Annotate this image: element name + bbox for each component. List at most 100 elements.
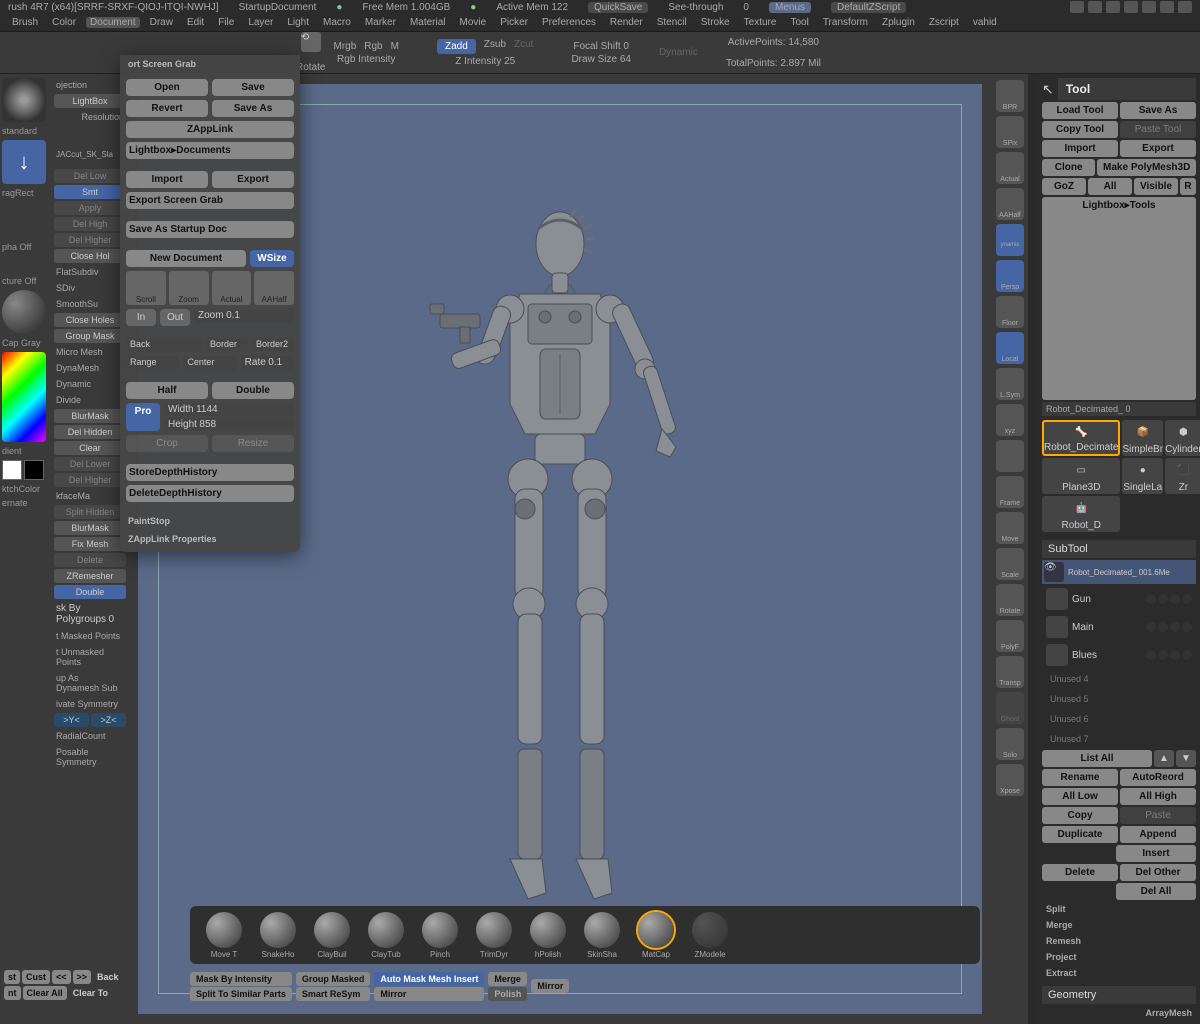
- floor-button[interactable]: Floor: [996, 296, 1024, 328]
- m-button[interactable]: M: [391, 41, 399, 52]
- auto-mask-button[interactable]: Auto Mask Mesh Insert: [374, 972, 484, 986]
- height-slider[interactable]: Height 858: [164, 418, 294, 431]
- store-depth-button[interactable]: StoreDepthHistory: [126, 464, 294, 481]
- actual-button[interactable]: Actual: [996, 152, 1024, 184]
- blur-mask-button[interactable]: BlurMask: [54, 409, 126, 423]
- menu-item[interactable]: Stroke: [697, 17, 734, 28]
- material-thumb[interactable]: [54, 126, 74, 146]
- xpose-button[interactable]: Xpose: [996, 764, 1024, 796]
- export-button[interactable]: Export: [212, 171, 294, 188]
- zcut-button[interactable]: Zcut: [514, 39, 533, 54]
- zadd-button[interactable]: Zadd: [437, 39, 476, 54]
- smart-resym-button[interactable]: Smart ReSym: [296, 987, 371, 1001]
- actual-icon[interactable]: Actual: [212, 271, 252, 305]
- mrgb-button[interactable]: Mrgb: [333, 41, 356, 52]
- persp-button[interactable]: Persp: [996, 260, 1024, 292]
- color-picker[interactable]: [2, 352, 46, 442]
- color-swatch[interactable]: [2, 460, 22, 480]
- brush-item[interactable]: MatCap: [638, 912, 674, 959]
- center-slider[interactable]: Center: [183, 356, 236, 370]
- close-holes-button[interactable]: Close Holes: [54, 313, 126, 327]
- y-sym-button[interactable]: >Y<: [54, 713, 89, 727]
- nt-button[interactable]: nt: [4, 986, 21, 1000]
- in-button[interactable]: In: [126, 309, 156, 326]
- menu-item[interactable]: Macro: [319, 17, 355, 28]
- clear-button[interactable]: Clear: [54, 441, 126, 455]
- menu-item[interactable]: Brush: [8, 17, 42, 28]
- back-color[interactable]: Back: [126, 338, 202, 352]
- delother-button[interactable]: Del Other: [1120, 864, 1196, 881]
- split-similar-button[interactable]: Split To Similar Parts: [190, 987, 292, 1001]
- ghost-button[interactable]: Ghost: [996, 692, 1024, 724]
- double-button[interactable]: Double: [212, 382, 294, 399]
- tool-thumb[interactable]: 📦SimpleBr: [1122, 420, 1163, 456]
- brush-item[interactable]: SnakeHo: [260, 912, 296, 959]
- zoom-slider[interactable]: Zoom 0.1: [194, 309, 294, 323]
- tool-thumb[interactable]: 🦴Robot_Decimate: [1042, 420, 1120, 456]
- down-icon[interactable]: ▼: [1176, 750, 1196, 767]
- geometry-header[interactable]: Geometry: [1042, 986, 1196, 1004]
- rotate-button[interactable]: Rotate: [996, 584, 1024, 616]
- zapplink-props[interactable]: ZAppLink Properties: [126, 532, 294, 546]
- titlebar-icon[interactable]: [1142, 1, 1156, 13]
- wsize-button[interactable]: WSize: [250, 250, 294, 267]
- del-higher-button[interactable]: Del Higher: [54, 473, 126, 487]
- spix-button[interactable]: SPix: [996, 116, 1024, 148]
- zremesher-button[interactable]: ZRemesher: [54, 569, 126, 583]
- zoom-icon[interactable]: Zoom: [169, 271, 209, 305]
- st-button[interactable]: st: [4, 970, 20, 984]
- fix-mesh-button[interactable]: Fix Mesh: [54, 537, 126, 551]
- subtool-item[interactable]: Blues: [1042, 642, 1196, 668]
- border2-color[interactable]: Border2: [252, 338, 294, 352]
- menu-item[interactable]: Layer: [244, 17, 277, 28]
- brush-item[interactable]: SkinSha: [584, 912, 620, 959]
- tool-thumb[interactable]: ●SingleLa: [1122, 458, 1163, 494]
- alllow-button[interactable]: All Low: [1042, 788, 1118, 805]
- menu-item[interactable]: Light: [283, 17, 313, 28]
- range-slider[interactable]: Range: [126, 356, 179, 370]
- polyf-button[interactable]: PolyF: [996, 620, 1024, 652]
- import-button[interactable]: Import: [126, 171, 208, 188]
- rgb-button[interactable]: Rgb: [364, 41, 382, 52]
- group-mask-button[interactable]: Group Mask: [54, 329, 126, 343]
- close-hol-button[interactable]: Close Hol: [54, 249, 126, 263]
- mirror2-button[interactable]: Mirror: [531, 979, 569, 993]
- scroll-icon[interactable]: Scroll: [126, 271, 166, 305]
- bpr-button[interactable]: BPR: [996, 80, 1024, 112]
- lightbox-tools-button[interactable]: Lightbox▸Tools: [1042, 197, 1196, 400]
- polish-button[interactable]: Polish: [488, 987, 527, 1001]
- remesh-section[interactable]: Remesh: [1042, 934, 1196, 948]
- merge-section[interactable]: Merge: [1042, 918, 1196, 932]
- goz-button[interactable]: GoZ: [1042, 178, 1086, 195]
- local-button[interactable]: Local: [996, 332, 1024, 364]
- palette-header[interactable]: ort Screen Grab: [120, 55, 300, 73]
- r-button[interactable]: R: [1180, 178, 1196, 195]
- lightbox-docs-button[interactable]: Lightbox▸Documents: [126, 142, 294, 159]
- titlebar-icon[interactable]: [1124, 1, 1138, 13]
- z-sym-button[interactable]: >Z<: [91, 713, 126, 727]
- paste-button[interactable]: Paste: [1120, 807, 1196, 824]
- stroke-icon[interactable]: ↓: [2, 140, 46, 184]
- paste-tool-button[interactable]: Paste Tool: [1120, 121, 1196, 138]
- open-button[interactable]: Open: [126, 79, 208, 96]
- revert-button[interactable]: Revert: [126, 100, 208, 117]
- up-icon[interactable]: ▲: [1154, 750, 1174, 767]
- del-low-button[interactable]: Del Low: [54, 169, 126, 183]
- brush-item[interactable]: ClayBuil: [314, 912, 350, 959]
- brush-item[interactable]: ClayTub: [368, 912, 404, 959]
- del-higher-button[interactable]: Del Higher: [54, 233, 126, 247]
- merge-button[interactable]: Merge: [488, 972, 527, 986]
- paintstop-section[interactable]: PaintStop: [126, 514, 294, 528]
- copy-button[interactable]: Copy: [1042, 807, 1118, 824]
- menu-item[interactable]: Edit: [183, 17, 208, 28]
- frame-button[interactable]: Frame: [996, 476, 1024, 508]
- aahalf-button[interactable]: AAHalf: [996, 188, 1024, 220]
- titlebar-icon[interactable]: [1160, 1, 1174, 13]
- double-button[interactable]: Double: [54, 585, 126, 599]
- menu-item[interactable]: Zscript: [925, 17, 963, 28]
- rotate-icon[interactable]: ⟲: [301, 32, 321, 52]
- saveas-button[interactable]: Save As: [212, 100, 294, 117]
- width-slider[interactable]: Width 1144: [164, 403, 294, 416]
- del-high-button[interactable]: Del High: [54, 217, 126, 231]
- clone-button[interactable]: Clone: [1042, 159, 1095, 176]
